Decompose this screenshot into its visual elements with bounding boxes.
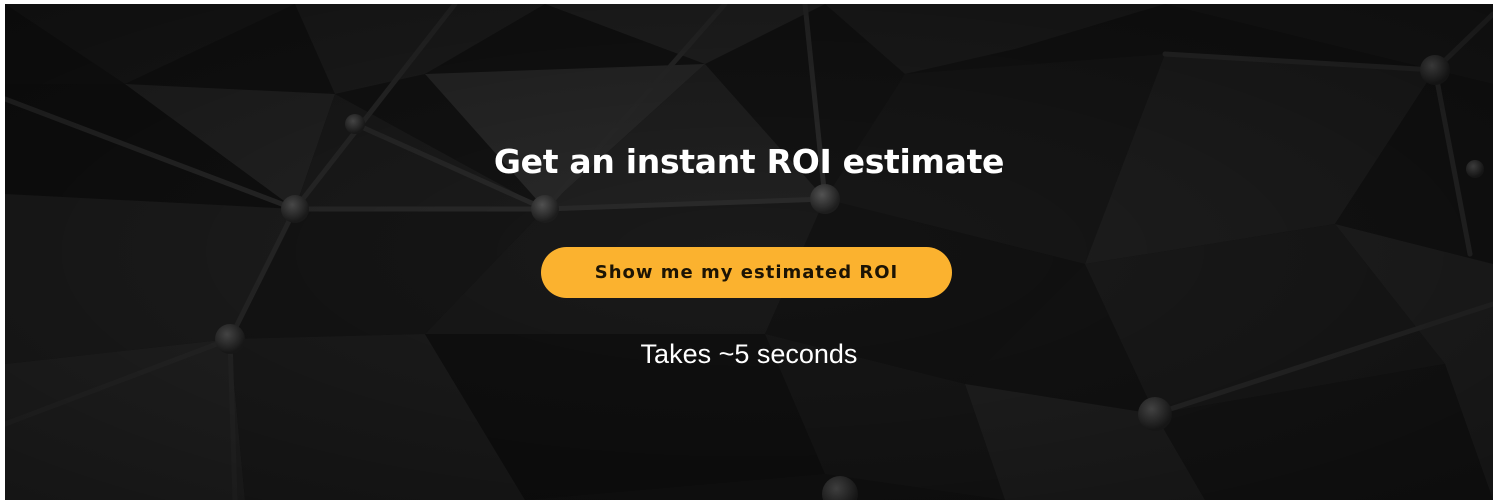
roi-banner: Get an instant ROI estimate Show me my e…: [5, 4, 1493, 500]
duration-note: Takes ~5 seconds: [640, 339, 858, 369]
headline: Get an instant ROI estimate: [493, 142, 1005, 181]
show-roi-button[interactable]: Show me my estimated ROI: [541, 247, 952, 298]
banner-content: Get an instant ROI estimate Show me my e…: [5, 4, 1493, 500]
